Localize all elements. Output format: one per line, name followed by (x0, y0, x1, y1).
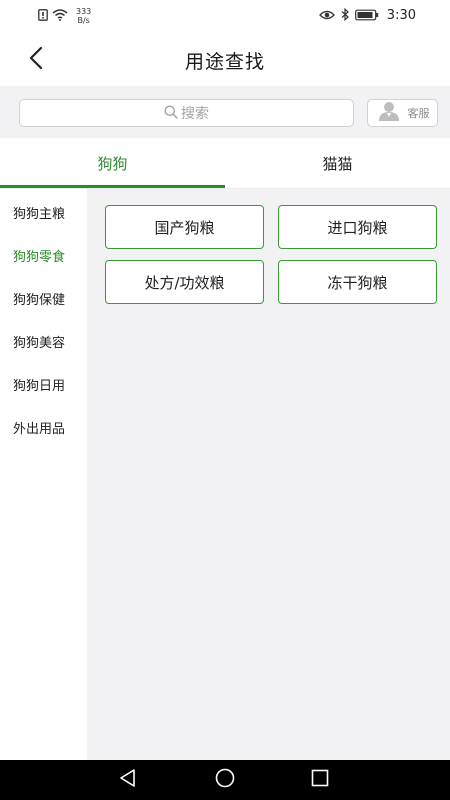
sidebar-item-dog-daily[interactable]: 狗狗日用 (0, 363, 87, 406)
page-title: 用途查找 (184, 51, 265, 73)
agent-avatar-icon (376, 100, 402, 126)
status-left: 333 B/s (38, 6, 91, 25)
subcategory-button-domestic-dog-food[interactable]: 国产狗粮 (105, 205, 264, 249)
tab-cats-label: 猫猫 (322, 154, 353, 173)
sidebar-item-label: 狗狗美容 (13, 336, 66, 351)
sidebar-item-dog-staple-food[interactable]: 狗狗主粮 (0, 191, 87, 234)
nav-recents-button[interactable] (308, 768, 332, 792)
wifi-icon (52, 6, 68, 25)
sidebar-item-label: 狗狗日用 (13, 379, 66, 394)
sidebar-item-dog-grooming[interactable]: 狗狗美容 (0, 320, 87, 363)
sidebar-item-label: 狗狗零食 (13, 250, 66, 265)
sidebar-item-label: 外出用品 (13, 422, 66, 437)
customer-service-button[interactable]: 客服 (367, 99, 438, 127)
speed-value: 333 (76, 6, 92, 16)
sidebar-item-label: 狗狗主粮 (13, 207, 66, 222)
tab-dogs[interactable]: 狗狗 (0, 138, 225, 188)
recents-square-icon (310, 768, 330, 792)
subcategory-label: 国产狗粮 (154, 218, 215, 237)
sidebar-item-outdoor[interactable]: 外出用品 (0, 406, 87, 449)
search-area: 搜索 客服 (0, 86, 450, 138)
bluetooth-icon (341, 6, 349, 25)
app-header: 用途查找 (0, 32, 450, 86)
system-nav-bar (0, 760, 450, 800)
sidebar-item-dog-health[interactable]: 狗狗保健 (0, 277, 87, 320)
battery-icon (354, 6, 379, 25)
nav-home-button[interactable] (213, 768, 237, 792)
customer-service-label: 客服 (407, 107, 430, 120)
category-tabs: 狗狗 猫猫 (0, 138, 450, 189)
back-triangle-icon (118, 768, 138, 792)
subcategory-label: 冻干狗粮 (327, 273, 388, 292)
home-circle-icon (214, 767, 236, 793)
subcategory-button-prescription-food[interactable]: 处方/功效粮 (105, 260, 264, 304)
sidebar: 狗狗主粮 狗狗零食 狗狗保健 狗狗美容 狗狗日用 外出用品 (0, 189, 87, 760)
status-bar: 333 B/s 3:30 (0, 0, 450, 32)
eye-icon (318, 6, 335, 25)
speed-unit: B/s (77, 15, 90, 25)
network-speed: 333 B/s (76, 7, 91, 25)
search-icon (164, 104, 178, 123)
status-right: 3:30 (318, 6, 416, 25)
sidebar-item-dog-snacks[interactable]: 狗狗零食 (0, 234, 87, 277)
subcategory-panel: 国产狗粮 进口狗粮 处方/功效粮 冻干狗粮 (87, 189, 450, 760)
subcategory-label: 进口狗粮 (327, 218, 388, 237)
subcategory-label: 处方/功效粮 (144, 273, 225, 292)
sim-card-icon (38, 6, 48, 25)
search-input[interactable]: 搜索 (19, 99, 354, 127)
tab-dogs-label: 狗狗 (97, 154, 128, 173)
search-placeholder: 搜索 (181, 106, 209, 122)
nav-back-button[interactable] (116, 768, 140, 792)
tab-cats[interactable]: 猫猫 (225, 138, 450, 188)
sidebar-item-label: 狗狗保健 (13, 293, 66, 308)
active-tab-indicator (0, 185, 225, 188)
subcategory-button-imported-dog-food[interactable]: 进口狗粮 (278, 205, 437, 249)
clock: 3:30 (386, 8, 416, 23)
subcategory-button-freeze-dried-food[interactable]: 冻干狗粮 (278, 260, 437, 304)
